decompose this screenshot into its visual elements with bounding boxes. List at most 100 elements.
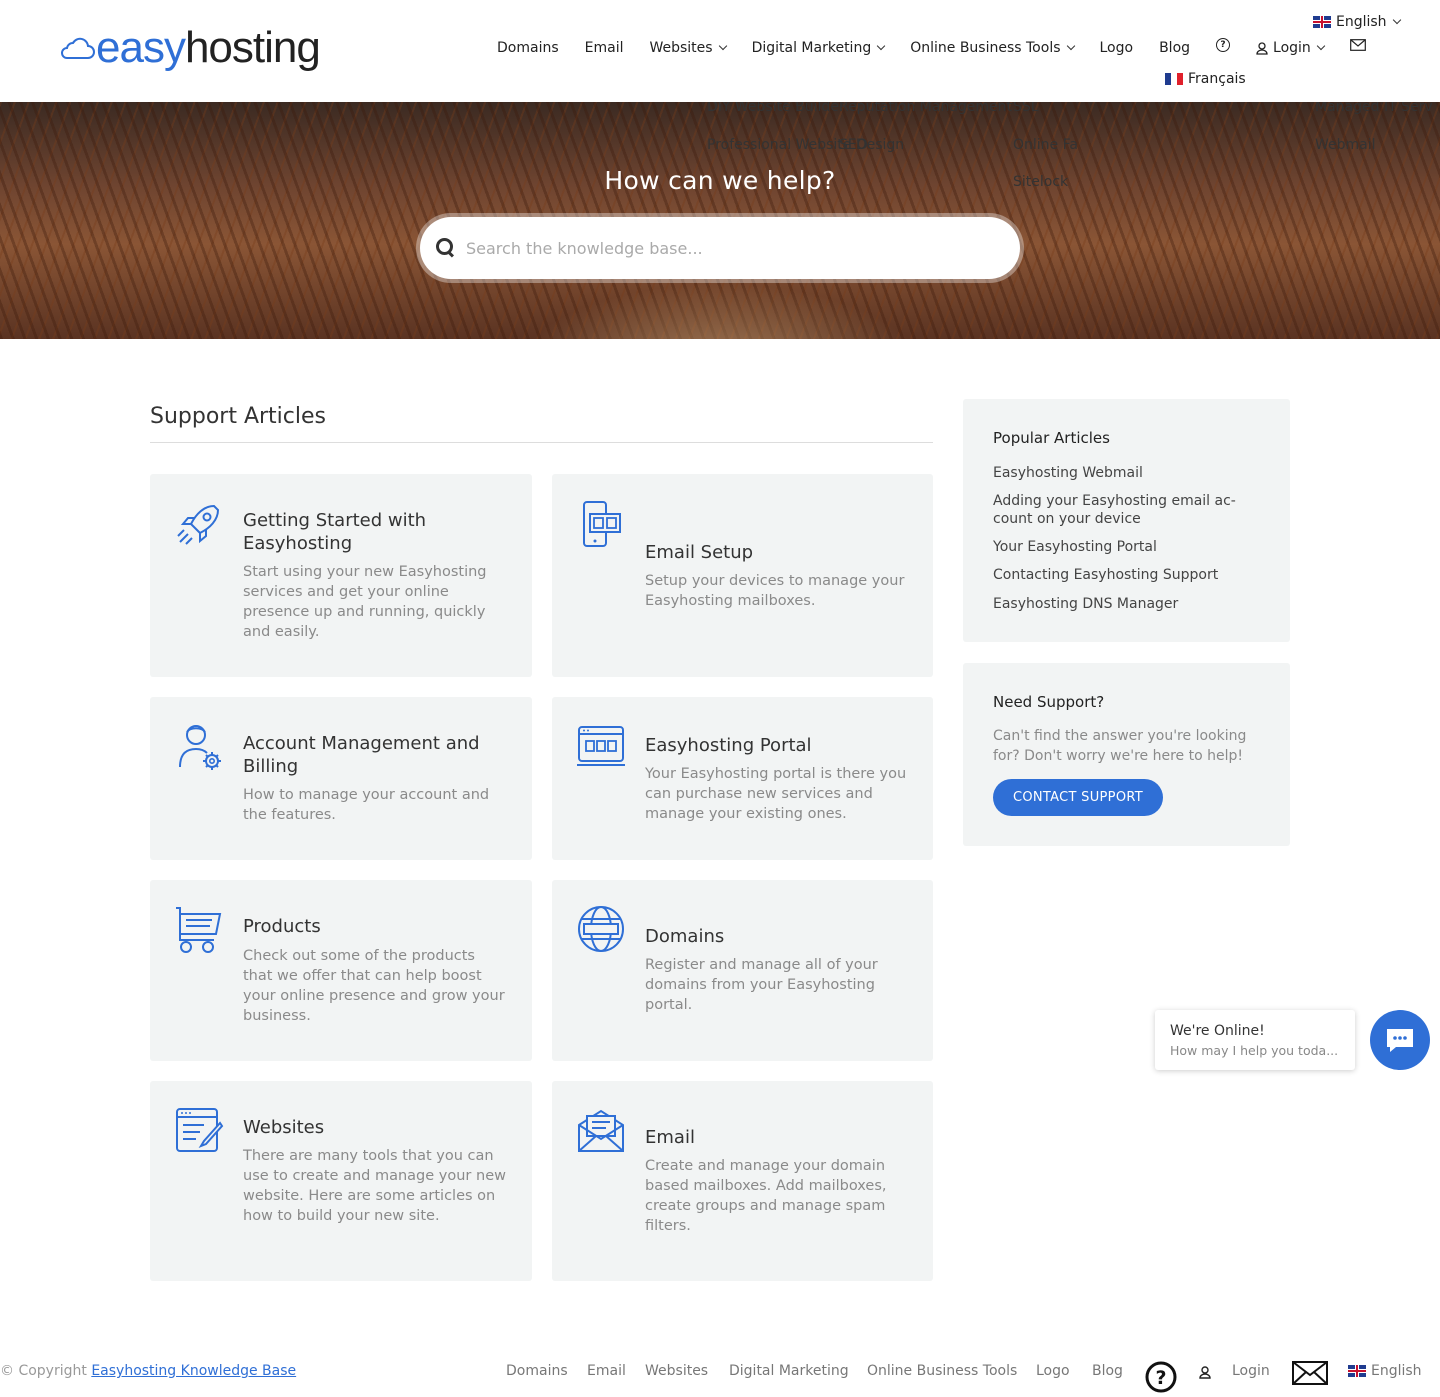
card-desc: Check out some of the products that we o… (243, 948, 505, 1024)
popular-article-link[interactable]: Adding your Easyhosting email ac­count o… (993, 492, 1253, 528)
nav-blog[interactable]: Blog (1159, 40, 1190, 56)
contact-support-button[interactable]: CONTACT SUPPORT (993, 779, 1163, 816)
nav-digital-marketing[interactable]: Digital Marketing (752, 40, 886, 56)
nav-online-business-tools[interactable]: Online Business Tools (910, 40, 1075, 56)
footer-nav-digital-marketing[interactable]: Digital Marketing (729, 1363, 849, 1379)
nav-login[interactable]: Login (1256, 40, 1326, 56)
footer-nav-logo[interactable]: Logo (1036, 1363, 1070, 1379)
portal-icon (577, 726, 625, 766)
popular-article-link[interactable]: Easyhosting Webmail (993, 464, 1253, 482)
help-icon[interactable]: ? (1216, 38, 1231, 52)
menu-ghost-managed-it[interactable]: Managed IT Serv (1315, 102, 1433, 115)
chevron-down-icon (718, 41, 727, 51)
card-portal[interactable]: Easyhosting Portal Your Easyhosting port… (552, 697, 933, 860)
card-title: Email Setup (645, 542, 754, 563)
nav-logo[interactable]: Logo (1100, 40, 1134, 56)
popular-article-link[interactable]: Your Easyhosting Portal (993, 538, 1253, 556)
card-desc: Create and manage your domain based mail… (645, 1158, 887, 1234)
chevron-down-icon (1392, 15, 1401, 25)
hero-banner: DIY Website Builder Professional Website… (0, 102, 1440, 339)
language-current: English (1336, 14, 1387, 30)
card-websites[interactable]: Websites There are many tools that you c… (150, 1081, 532, 1281)
card-title: Email (645, 1127, 695, 1148)
footer-nav-websites[interactable]: Websites (645, 1363, 708, 1379)
language-selector[interactable]: English (1313, 14, 1401, 30)
card-products[interactable]: Products Check out some of the products … (150, 880, 532, 1061)
rocket-icon (177, 504, 220, 545)
section-title: Support Articles (150, 404, 326, 429)
popular-articles-box: Popular Articles Easyhosting Webmail Add… (963, 399, 1290, 642)
footer-language[interactable]: English (1348, 1363, 1422, 1379)
logo-hosting: hosting (184, 23, 321, 72)
menu-ghost-seo[interactable]: SEO (839, 137, 868, 153)
copyright-prefix: © Copyright (0, 1363, 87, 1379)
card-desc: Setup your devices to manage your Easyho… (645, 573, 905, 609)
card-title: Account Management and Billing (243, 733, 480, 777)
chat-button[interactable] (1370, 1010, 1430, 1070)
globe-icon (578, 906, 624, 952)
nav-online-business-tools-label: Online Business Tools (910, 40, 1061, 56)
divider (150, 442, 933, 443)
chat-subtitle: How may I help you toda... (1170, 1043, 1339, 1058)
devices-icon (583, 501, 621, 547)
menu-ghost-online[interactable]: Online Fa (1013, 137, 1078, 153)
user-icon[interactable] (1199, 1366, 1211, 1379)
chat-greeting[interactable]: We're Online! How may I help you toda... (1155, 1010, 1355, 1070)
menu-ghost-diy[interactable]: DIY Website Builder (707, 102, 845, 115)
need-support-title: Need Support? (993, 693, 1105, 711)
site-header: easyhosting Domains Email Websites Digit… (0, 0, 1440, 102)
help-icon[interactable]: ? (1145, 1361, 1177, 1393)
card-title: Domains (645, 926, 725, 947)
card-title: Websites (243, 1117, 325, 1138)
card-getting-started[interactable]: Getting Started with Easyhosting Start u… (150, 474, 532, 677)
footer-nav-domains[interactable]: Domains (506, 1363, 568, 1379)
chat-icon (1387, 1029, 1413, 1052)
chevron-down-icon (1066, 41, 1075, 51)
search-input[interactable] (466, 238, 986, 258)
nav-email[interactable]: Email (585, 40, 624, 56)
menu-ghost-webmail[interactable]: Webmail (1315, 137, 1376, 153)
card-title: Getting Started with Easyhosting (243, 510, 427, 554)
main-nav: Domains Email Websites Digital Marketing… (497, 38, 1392, 56)
user-icon (1256, 41, 1268, 55)
footer-nav-email[interactable]: Email (587, 1363, 626, 1379)
card-desc: Register and manage all of your domains … (645, 957, 878, 1013)
edit-doc-icon (176, 1108, 224, 1152)
card-desc: How to manage your account and the featu… (243, 787, 490, 823)
card-desc: Your Easyhosting portal is there you can… (645, 766, 907, 822)
popular-article-link[interactable]: Easyhosting DNS Manager (993, 595, 1253, 613)
search-icon (436, 238, 456, 258)
card-account-billing[interactable]: Account Management and Billing How to ma… (150, 697, 532, 860)
need-support-box: Need Support? Can't find the answer you'… (963, 663, 1290, 846)
popular-article-link[interactable]: Contacting Easyhosting Support (993, 566, 1253, 584)
mail-icon[interactable] (1349, 39, 1366, 51)
cart-icon (176, 907, 222, 953)
card-email[interactable]: Email Create and manage your domain base… (552, 1081, 933, 1281)
nav-domains[interactable]: Domains (497, 40, 559, 56)
cloud-icon (61, 37, 95, 59)
card-domains[interactable]: Domains Register and manage all of your … (552, 880, 933, 1061)
user-gear-icon (179, 725, 221, 770)
card-email-setup[interactable]: Email Setup Setup your devices to manage… (552, 474, 933, 677)
language-french-label: Français (1188, 71, 1246, 87)
card-title: Easyhosting Portal (645, 735, 812, 756)
search-bar[interactable] (420, 217, 1020, 279)
footer-nav-login[interactable]: Login (1232, 1363, 1270, 1379)
mail-icon[interactable] (1292, 1361, 1328, 1385)
copyright-link[interactable]: Easyhosting Knowledge Base (91, 1363, 296, 1379)
envelope-icon (578, 1109, 624, 1152)
menu-ghost-pro-design[interactable]: Professional Website Design (707, 137, 904, 153)
chat-title: We're Online! (1170, 1023, 1265, 1039)
logo[interactable]: easyhosting (58, 23, 321, 72)
nav-websites[interactable]: Websites (649, 40, 727, 56)
copyright: © Copyright Easyhosting Knowledge Base (0, 1363, 296, 1379)
footer-nav-blog[interactable]: Blog (1092, 1363, 1123, 1379)
card-desc: There are many tools that you can use to… (243, 1148, 506, 1224)
footer-language-label: English (1371, 1363, 1422, 1379)
svg-text:?: ? (1155, 1367, 1166, 1389)
menu-ghost-reputation[interactable]: Reputation Management (839, 102, 1012, 115)
nav-login-label: Login (1273, 40, 1311, 56)
menu-ghost-ssl[interactable]: SSL (1013, 102, 1039, 115)
language-option-french[interactable]: Français (1165, 71, 1246, 87)
footer-nav-online-business-tools[interactable]: Online Business Tools (867, 1363, 1017, 1379)
